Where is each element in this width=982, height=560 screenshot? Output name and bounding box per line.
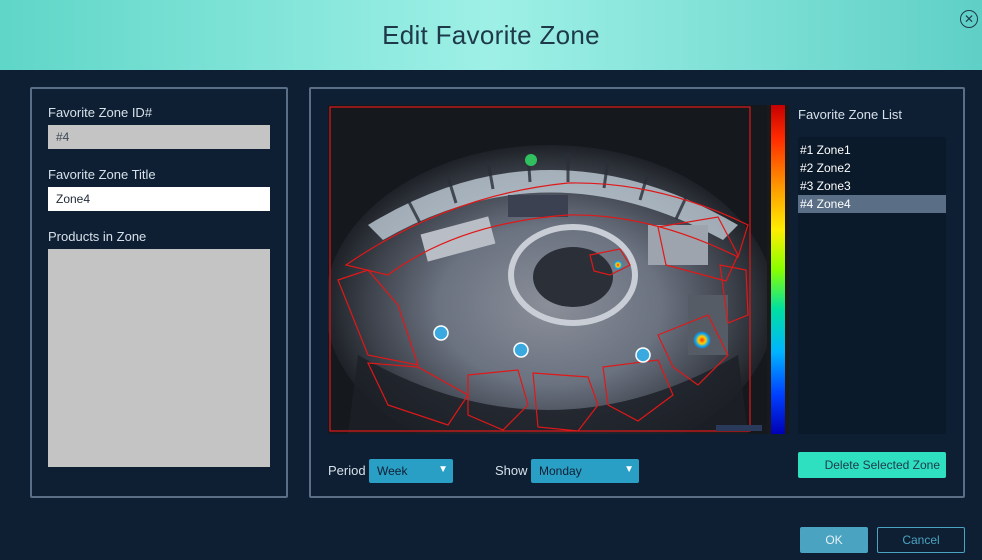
zone-id-label: Favorite Zone ID# [48,105,153,120]
zone-title-input[interactable]: Zone4 [48,187,270,211]
period-label: Period [328,463,366,478]
show-label: Show [495,463,528,478]
zone-list-item[interactable]: #1 Zone1 [798,141,946,159]
zone-details-panel: Favorite Zone ID# #4 Favorite Zone Title… [30,87,288,498]
zone-list-item[interactable]: #3 Zone3 [798,177,946,195]
fisheye-image [328,105,769,434]
zone-editor-panel: Favorite Zone List #1 Zone1 #2 Zone2 #3 … [309,87,965,498]
cancel-button[interactable]: Cancel [877,527,965,553]
chevron-down-icon: ▼ [438,464,448,475]
show-select-value: Monday [539,464,582,478]
delete-selected-zone-button[interactable]: Delete Selected Zone [798,452,946,478]
dialog-title: Edit Favorite Zone [382,19,600,50]
products-list[interactable] [48,249,270,467]
heatmap-scale [771,105,785,434]
camera-heatmap-view[interactable] [328,105,769,434]
zone-id-field: #4 [48,125,270,149]
show-select[interactable]: Monday ▼ [531,459,639,483]
zone-list-item-selected[interactable]: #4 Zone4 [798,195,946,213]
ok-button[interactable]: OK [800,527,868,553]
zone-list-item[interactable]: #2 Zone2 [798,159,946,177]
zone-title-label: Favorite Zone Title [48,167,156,182]
close-icon[interactable]: ✕ [960,10,978,28]
zone-list-label: Favorite Zone List [798,107,903,122]
products-label: Products in Zone [48,229,147,244]
zone-list[interactable]: #1 Zone1 #2 Zone2 #3 Zone3 #4 Zone4 [798,137,946,434]
chevron-down-icon: ▼ [624,464,634,475]
period-select-value: Week [377,464,408,478]
dialog-header: Edit Favorite Zone ✕ [0,0,982,70]
period-select[interactable]: Week ▼ [369,459,453,483]
